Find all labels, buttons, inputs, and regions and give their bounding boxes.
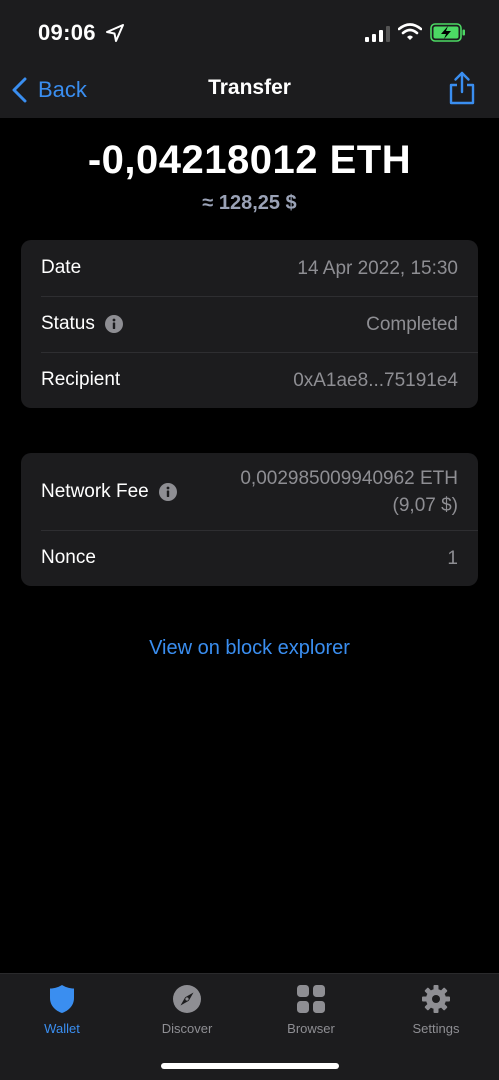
transfer-screen: 09:06 Back Transfer -0,04218012 ETH ≈ 12… xyxy=(0,0,499,1080)
info-icon[interactable] xyxy=(104,315,123,333)
status-row: Status Completed xyxy=(21,296,478,352)
status-label-group: Status xyxy=(41,313,123,335)
status-value: Completed xyxy=(366,313,458,335)
date-value: 14 Apr 2022, 15:30 xyxy=(297,257,458,279)
home-indicator[interactable] xyxy=(161,1063,339,1069)
fee-details-card: Network Fee 0,002985009940962 ETH (9,07 … xyxy=(21,453,478,586)
tab-discover-label: Discover xyxy=(161,1021,213,1036)
network-fee-label-group: Network Fee xyxy=(41,481,177,503)
status-time: 09:06 xyxy=(38,20,96,45)
tab-settings[interactable]: Settings xyxy=(381,984,491,1042)
recipient-row[interactable]: Recipient 0xA1ae8...75191e4 xyxy=(21,352,478,408)
network-fee-row: Network Fee 0,002985009940962 ETH (9,07 … xyxy=(21,453,478,530)
page-title: Transfer xyxy=(208,76,291,99)
nonce-row: Nonce 1 xyxy=(21,530,478,586)
info-icon[interactable] xyxy=(158,482,177,501)
location-arrow-icon xyxy=(106,24,124,42)
date-label: Date xyxy=(41,257,82,278)
network-fee-fiat: (9,07 $) xyxy=(392,494,458,516)
network-fee-value: 0,002985009940962 ETH (9,07 $) xyxy=(240,465,458,519)
tab-browser[interactable]: Browser xyxy=(256,984,366,1042)
fiat-amount: ≈ 128,25 $ xyxy=(202,192,297,214)
tab-discover[interactable]: Discover xyxy=(132,984,242,1042)
gear-icon xyxy=(422,985,450,1013)
tab-settings-label: Settings xyxy=(412,1021,460,1036)
compass-icon xyxy=(173,985,201,1013)
recipient-address[interactable]: 0xA1ae8...75191e4 xyxy=(293,367,458,394)
wifi-icon xyxy=(398,23,422,40)
status-bar: 09:06 xyxy=(0,0,499,62)
network-fee-label: Network Fee xyxy=(41,480,149,502)
date-row: Date 14 Apr 2022, 15:30 xyxy=(21,240,478,296)
nonce-value: 1 xyxy=(447,547,458,569)
transaction-details-card: Date 14 Apr 2022, 15:30 Status Completed… xyxy=(21,240,478,408)
transfer-amount: -0,04218012 ETH xyxy=(87,138,412,182)
network-fee-crypto: 0,002985009940962 ETH xyxy=(240,467,458,489)
cellular-signal-icon xyxy=(365,26,390,42)
tab-wallet[interactable]: Wallet xyxy=(7,984,117,1042)
status-label: Status xyxy=(41,313,95,334)
grid-icon xyxy=(297,985,325,1013)
battery-charging-icon xyxy=(430,23,465,42)
shield-icon xyxy=(50,985,74,1013)
tab-browser-label: Browser xyxy=(287,1021,335,1036)
nonce-label: Nonce xyxy=(41,547,96,568)
share-icon[interactable] xyxy=(447,70,477,106)
recipient-label: Recipient xyxy=(41,369,121,390)
tab-wallet-label: Wallet xyxy=(44,1021,80,1036)
view-on-block-explorer-link[interactable]: View on block explorer xyxy=(0,637,499,660)
navigation-bar: Back Transfer xyxy=(0,62,499,118)
